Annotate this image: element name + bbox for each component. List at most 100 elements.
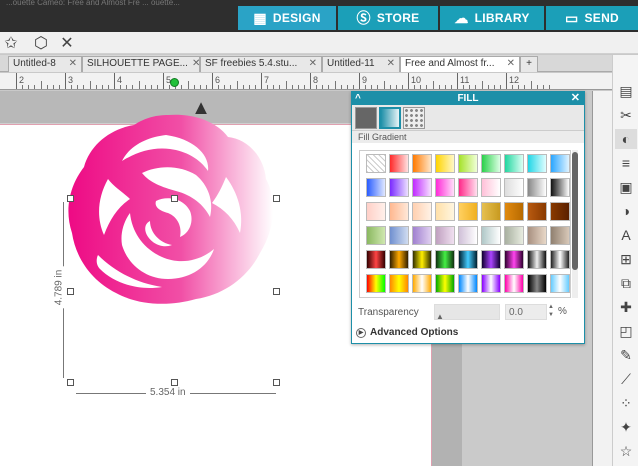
star-shape-icon[interactable]: ✩ xyxy=(0,33,22,53)
selection-handle[interactable] xyxy=(273,288,280,295)
gradient-swatch[interactable] xyxy=(366,178,386,197)
gradient-swatch[interactable] xyxy=(527,250,547,269)
gradient-swatch[interactable] xyxy=(527,178,547,197)
gradient-swatch[interactable] xyxy=(412,274,432,293)
doc-tab[interactable]: Untitled-11 ✕ xyxy=(322,56,400,72)
gradient-swatch[interactable] xyxy=(435,154,455,173)
gradient-swatch[interactable] xyxy=(550,154,570,173)
close-tab-icon[interactable]: ✕ xyxy=(69,58,77,71)
gradient-swatch[interactable] xyxy=(389,178,409,197)
gradient-swatch[interactable] xyxy=(435,178,455,197)
replicate-icon[interactable]: ⧉ xyxy=(615,273,637,293)
gradient-fill-button[interactable] xyxy=(379,107,401,129)
no-fill-swatch[interactable] xyxy=(366,154,386,173)
advanced-options-toggle[interactable]: ▶ Advanced Options xyxy=(356,327,458,338)
close-tab-icon[interactable]: ✕ xyxy=(192,58,199,71)
gradient-swatch[interactable] xyxy=(389,250,409,269)
selection-handle[interactable] xyxy=(67,195,74,202)
close-tab-icon[interactable]: ✕ xyxy=(309,58,317,71)
gradient-swatch[interactable] xyxy=(481,154,501,173)
gradient-swatch[interactable] xyxy=(504,250,524,269)
gradient-swatch[interactable] xyxy=(481,202,501,221)
gradient-swatch[interactable] xyxy=(481,250,501,269)
scrollbar-thumb[interactable] xyxy=(572,152,578,270)
text-style-icon[interactable]: A xyxy=(615,225,637,245)
collapse-panel-icon[interactable]: ^ xyxy=(355,92,361,105)
gradient-swatch[interactable] xyxy=(412,250,432,269)
gradient-swatch[interactable] xyxy=(435,274,455,293)
transparency-input[interactable]: 0.0 xyxy=(505,304,547,320)
align-icon[interactable]: ⊞ xyxy=(615,249,637,269)
gradient-swatch[interactable] xyxy=(412,154,432,173)
close-tab-icon[interactable]: ✕ xyxy=(387,58,395,71)
offset-icon[interactable]: ◰ xyxy=(615,321,637,341)
selection-handle[interactable] xyxy=(171,379,178,386)
knife-icon[interactable]: ⟋ xyxy=(615,369,637,389)
gradient-swatch[interactable] xyxy=(481,274,501,293)
slider-knob-icon[interactable]: ▲ xyxy=(436,312,444,321)
nav-tab-store[interactable]: Ⓢ STORE xyxy=(338,6,438,30)
doc-tab[interactable]: Untitled-8 ✕ xyxy=(8,56,82,72)
gradient-swatch[interactable] xyxy=(389,202,409,221)
modify-icon[interactable]: ✚ xyxy=(615,297,637,317)
transparency-slider[interactable]: ▲ xyxy=(434,304,500,321)
fill-color-icon[interactable]: ◐ xyxy=(615,129,637,149)
close-icon[interactable]: ✕ xyxy=(56,33,78,53)
line-style-icon[interactable]: ≡ xyxy=(615,153,637,173)
nav-tab-send[interactable]: ▭ SEND xyxy=(546,6,638,30)
gradient-swatch[interactable] xyxy=(481,178,501,197)
doc-tab[interactable]: SF freebies 5.4.stu... ✕ xyxy=(200,56,322,72)
gradient-swatch[interactable] xyxy=(435,226,455,245)
cut-settings-icon[interactable]: ✂ xyxy=(615,105,637,125)
3d-boxes-icon[interactable]: ⬡ xyxy=(30,33,52,53)
gradient-swatch[interactable] xyxy=(458,154,478,173)
transparency-icon[interactable]: ◑ xyxy=(615,201,637,221)
gradient-swatch[interactable] xyxy=(504,274,524,293)
new-tab-button[interactable]: + xyxy=(520,56,538,72)
pattern-fill-button[interactable] xyxy=(403,107,425,129)
point-editing-icon[interactable]: ⁘ xyxy=(615,393,637,413)
gradient-swatch[interactable] xyxy=(458,274,478,293)
transparency-stepper[interactable]: ▲ ▼ xyxy=(548,303,554,319)
gradient-swatch[interactable] xyxy=(550,250,570,269)
doc-tab-active[interactable]: Free and Almost fr... ✕ xyxy=(400,56,520,72)
gradient-swatch[interactable] xyxy=(481,226,501,245)
gradient-swatch[interactable] xyxy=(550,202,570,221)
gradient-swatch[interactable] xyxy=(504,202,524,221)
gradient-swatch[interactable] xyxy=(435,250,455,269)
image-effects-icon[interactable]: ✦ xyxy=(615,417,637,437)
selection-handle[interactable] xyxy=(67,379,74,386)
gradient-swatch[interactable] xyxy=(504,226,524,245)
gradient-swatch[interactable] xyxy=(366,202,386,221)
selection-handle[interactable] xyxy=(273,379,280,386)
gradient-swatch[interactable] xyxy=(389,274,409,293)
fill-pattern-icon[interactable]: ▣ xyxy=(615,177,637,197)
gradient-swatch[interactable] xyxy=(389,226,409,245)
gradient-swatch[interactable] xyxy=(366,274,386,293)
gradient-swatch[interactable] xyxy=(527,274,547,293)
page-setup-icon[interactable]: ▤ xyxy=(615,81,637,101)
gradient-swatch[interactable] xyxy=(458,202,478,221)
nav-tab-design[interactable]: ▦ DESIGN xyxy=(238,6,336,30)
gradient-swatch[interactable] xyxy=(366,226,386,245)
gradient-swatch[interactable] xyxy=(435,202,455,221)
gradient-swatch[interactable] xyxy=(527,202,547,221)
gradient-swatch[interactable] xyxy=(412,178,432,197)
gradient-swatch[interactable] xyxy=(458,226,478,245)
gradient-swatch[interactable] xyxy=(550,178,570,197)
gradient-swatch[interactable] xyxy=(550,226,570,245)
gradient-swatch[interactable] xyxy=(504,154,524,173)
gradient-swatch[interactable] xyxy=(366,250,386,269)
gradient-swatch[interactable] xyxy=(389,154,409,173)
gradient-swatch[interactable] xyxy=(527,226,547,245)
gradient-swatch[interactable] xyxy=(412,226,432,245)
doc-tab[interactable]: SILHOUETTE PAGE... ✕ xyxy=(82,56,200,72)
gradient-swatch[interactable] xyxy=(458,250,478,269)
selection-handle[interactable] xyxy=(171,195,178,202)
trace-icon[interactable]: ✎ xyxy=(615,345,637,365)
gradient-swatch[interactable] xyxy=(550,274,570,293)
rotate-handle[interactable] xyxy=(170,78,179,87)
solid-fill-button[interactable] xyxy=(355,107,377,129)
swatch-scrollbar[interactable] xyxy=(572,150,578,298)
rose-shape[interactable] xyxy=(58,109,278,309)
